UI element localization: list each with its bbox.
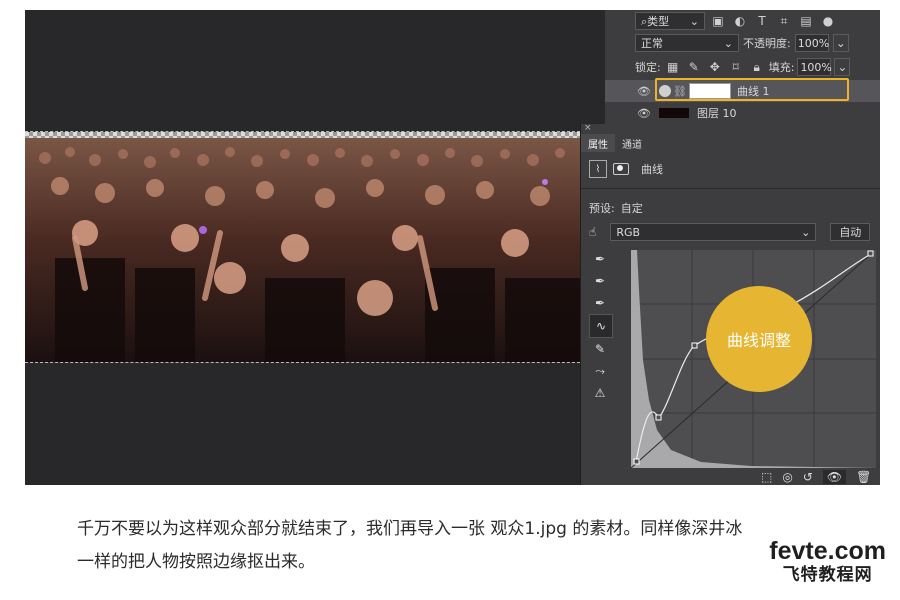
pencil-icon[interactable]: ✎: [589, 338, 611, 360]
lock-pixels-icon[interactable]: ✎: [685, 58, 703, 76]
blend-mode-value: 正常: [641, 37, 663, 50]
eye-icon[interactable]: 👁︎: [633, 107, 655, 120]
preset-select[interactable]: 自定: [620, 200, 821, 216]
lock-transparent-icon[interactable]: ▦: [664, 58, 682, 76]
blend-mode-select[interactable]: 正常 ⌄: [635, 34, 739, 52]
adjustment-filter-icon[interactable]: ◐: [731, 12, 749, 30]
auto-button-label: 自动: [839, 226, 862, 239]
article-line-1: 千万不要以为这样观众部分就结束了，我们再导入一张 观众1.jpg 的素材。同样像…: [77, 519, 743, 539]
article-line-2: 一样的把人物按照边缘抠出来。: [77, 552, 315, 572]
layer-name: 图层 10: [697, 107, 737, 120]
mask-icon[interactable]: [613, 163, 629, 175]
curve-point[interactable]: [633, 458, 640, 465]
on-image-adjust-icon[interactable]: ☝︎: [589, 225, 596, 239]
clip-to-layer-icon[interactable]: ⬚: [761, 470, 772, 484]
smooth-icon[interactable]: ⤳: [589, 360, 611, 382]
photoshop-screenshot: ⌕类型 ⌄ ▣ ◐ T ⌗ ▤ ● 正常 ⌄ 不透明度: 100% ⌄ 锁定: …: [25, 10, 880, 485]
watermark-domain: fevte.com: [769, 537, 886, 565]
curve-point[interactable]: [867, 250, 874, 257]
view-previous-state-icon[interactable]: ◎: [782, 470, 792, 484]
lock-all-icon[interactable]: 🔒︎: [748, 58, 766, 76]
chevron-down-icon: ⌄: [689, 14, 699, 28]
layer-filter-select[interactable]: ⌕类型 ⌄: [635, 12, 705, 30]
opacity-value: 100%: [797, 36, 830, 50]
layer-thumbnail: [659, 108, 689, 118]
curve-point[interactable]: [691, 342, 698, 349]
layer-row-layer-10[interactable]: 👁︎ 图层 10: [605, 102, 880, 124]
chevron-down-icon: ⌄: [801, 225, 811, 239]
article-text: 千万不要以为这样观众部分就结束了，我们再导入一张 观众1.jpg 的素材。同样像…: [77, 513, 867, 579]
trash-icon[interactable]: 🗑︎: [856, 470, 871, 484]
eyedropper-gray-icon[interactable]: ✒︎: [589, 270, 611, 292]
lock-artboard-icon[interactable]: ⌑: [727, 58, 745, 76]
smart-object-filter-icon[interactable]: ▤: [797, 12, 815, 30]
filter-toggle-icon[interactable]: ●: [819, 12, 837, 30]
channel-select[interactable]: RGB ⌄: [610, 223, 817, 241]
fill-value: 100%: [800, 60, 832, 74]
curves-adjustment-icon: ⌇: [589, 160, 607, 178]
shape-filter-icon[interactable]: ⌗: [775, 12, 793, 30]
watermark-logo: fevte.com 飞特教程网: [769, 538, 886, 586]
tab-channels[interactable]: 通道: [615, 134, 649, 152]
fill-label: 填充:: [768, 61, 795, 74]
layers-panel: ⌕类型 ⌄ ▣ ◐ T ⌗ ▤ ● 正常 ⌄ 不透明度: 100% ⌄ 锁定: …: [605, 10, 880, 125]
auto-button[interactable]: 自动: [830, 223, 871, 241]
opacity-label: 不透明度:: [743, 37, 791, 50]
adjustment-title: 曲线: [641, 163, 663, 176]
fill-input[interactable]: 100%: [797, 58, 832, 76]
chevron-down-icon: ⌄: [723, 36, 733, 50]
layer-highlight-box: [655, 78, 849, 101]
type-filter-icon[interactable]: T: [753, 12, 771, 30]
pixel-filter-icon[interactable]: ▣: [709, 12, 727, 30]
curve-point[interactable]: [655, 414, 662, 421]
close-icon[interactable]: ×: [584, 123, 592, 133]
lock-label: 锁定:: [635, 61, 661, 74]
opacity-input[interactable]: 100%: [794, 34, 830, 52]
curves-callout: 曲线调整: [706, 286, 812, 392]
warning-icon[interactable]: ⚠︎: [589, 382, 611, 404]
filter-kind-label: 类型: [647, 15, 670, 28]
callout-text: 曲线调整: [726, 331, 791, 350]
visibility-eye-icon[interactable]: 👁︎: [822, 470, 847, 484]
curve-point-icon[interactable]: ∿: [589, 314, 613, 338]
tab-properties[interactable]: 属性: [581, 134, 615, 152]
eye-icon[interactable]: 👁︎: [633, 85, 655, 98]
lock-position-icon[interactable]: ✥: [706, 58, 724, 76]
chevron-down-icon[interactable]: ⌄: [834, 58, 851, 76]
eyedropper-white-icon[interactable]: ✒︎: [589, 292, 611, 314]
reset-icon[interactable]: ↺: [803, 470, 813, 484]
eyedropper-black-icon[interactable]: ✒︎: [589, 248, 611, 270]
preset-label: 预设:: [589, 202, 615, 215]
watermark-name: 飞特教程网: [782, 565, 873, 585]
channel-value: RGB: [616, 225, 641, 239]
crowd-image: [25, 138, 585, 362]
chevron-down-icon[interactable]: ⌄: [832, 34, 849, 52]
canvas-photo-crowd: [25, 131, 585, 363]
